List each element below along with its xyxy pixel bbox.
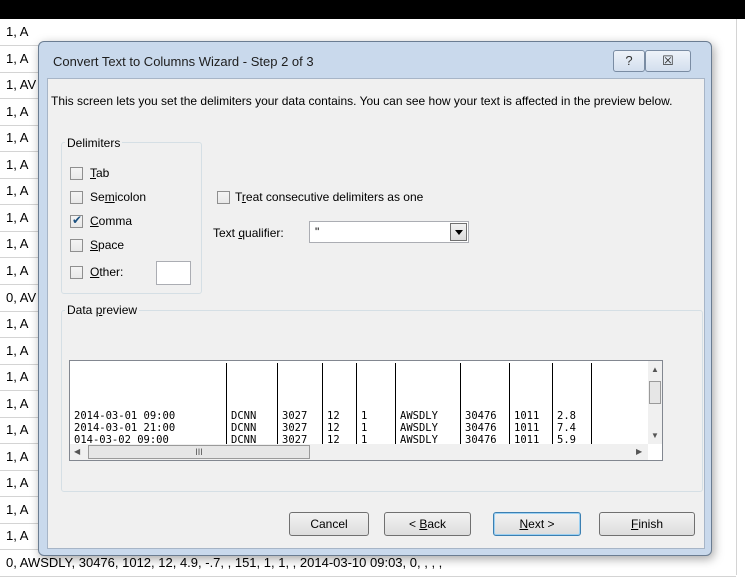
preview-cell: 2014-03-01 21:00 — [70, 422, 227, 434]
preview-cell: 1011 — [509, 422, 553, 434]
chevron-down-icon — [455, 230, 463, 235]
dropdown-button[interactable] — [450, 223, 467, 241]
tab-checkbox-label[interactable]: Tab — [90, 166, 109, 180]
space-checkbox-label[interactable]: Space — [90, 238, 124, 252]
space-checkbox[interactable] — [70, 239, 83, 252]
text-qualifier-select[interactable]: " — [309, 221, 469, 243]
semicolon-checkbox-label[interactable]: Semicolon — [90, 190, 146, 204]
preview-cell: 1 — [356, 422, 396, 434]
scroll-right-icon[interactable]: ▶ — [636, 447, 642, 456]
close-button[interactable]: ☒ — [645, 50, 691, 72]
intro-text: This screen lets you set the delimiters … — [51, 94, 673, 108]
tab-checkbox[interactable] — [70, 167, 83, 180]
dialog-title: Convert Text to Columns Wizard - Step 2 … — [53, 54, 314, 69]
back-button[interactable]: < Back — [384, 512, 471, 536]
dialog-titlebar[interactable]: Convert Text to Columns Wizard - Step 2 … — [39, 42, 711, 78]
preview-horizontal-scrollbar[interactable]: ◀ III ▶ — [70, 444, 648, 460]
comma-checkbox-label[interactable]: Comma — [90, 214, 132, 228]
text-qualifier-label: Text qualifier: — [213, 226, 284, 240]
other-delimiter-input[interactable] — [156, 261, 191, 285]
scroll-down-icon[interactable]: ▼ — [651, 431, 659, 440]
preview-cell: AWSDLY — [395, 422, 461, 434]
other-checkbox-label[interactable]: Other: — [90, 265, 123, 279]
preview-cell: 12 — [322, 410, 357, 422]
preview-vertical-scrollbar[interactable]: ▲ ▼ — [648, 361, 662, 444]
delimiters-label: Delimiters — [65, 136, 123, 150]
other-checkbox[interactable] — [70, 266, 83, 279]
preview-cell: AWSDLY — [395, 410, 461, 422]
help-button[interactable]: ? — [613, 50, 645, 72]
check-icon: ✔ — [72, 213, 83, 227]
preview-cell: 3027 — [277, 422, 323, 434]
preview-row: 2014-03-01 09:00 DCNN 3027 12 1 AWSDLY 30476 10… — [70, 410, 592, 422]
data-preview-label: Data preview — [65, 303, 140, 317]
convert-text-to-columns-dialog: Convert Text to Columns Wizard - Step 2 … — [38, 41, 712, 556]
preview-row: 2014-03-01 21:00 DCNN 3027 12 1 AWSDLY 30476 10… — [70, 422, 592, 434]
finish-button[interactable]: Finish — [599, 512, 695, 536]
treat-consecutive-checkbox[interactable] — [217, 191, 230, 204]
preview-cell: 2.8 — [552, 410, 592, 422]
preview-cell: 2014-03-01 09:00 — [70, 410, 227, 422]
next-button[interactable]: Next > — [493, 512, 581, 536]
preview-cell: 30476 — [460, 422, 510, 434]
preview-cell: 30476 — [460, 410, 510, 422]
close-icon: ☒ — [662, 53, 674, 68]
help-icon: ? — [625, 53, 633, 68]
preview-cell: DCNN — [226, 410, 278, 422]
preview-cell: 1011 — [509, 410, 553, 422]
preview-header-row — [70, 363, 592, 410]
treat-consecutive-label[interactable]: Treat consecutive delimiters as one — [235, 190, 423, 204]
scroll-up-icon[interactable]: ▲ — [651, 365, 659, 374]
preview-cell: 1 — [356, 410, 396, 422]
sheet-gridline — [736, 19, 737, 575]
scroll-grip: III — [195, 447, 203, 457]
preview-cell: 3027 — [277, 410, 323, 422]
preview-cell: 12 — [322, 422, 357, 434]
preview-cell: DCNN — [226, 422, 278, 434]
text-qualifier-value: " — [315, 225, 320, 239]
vertical-scroll-thumb[interactable] — [649, 381, 661, 404]
semicolon-checkbox[interactable] — [70, 191, 83, 204]
scroll-left-icon[interactable]: ◀ — [74, 447, 80, 456]
top-black-bar — [0, 0, 745, 19]
cancel-button[interactable]: Cancel — [289, 512, 369, 536]
horizontal-scroll-thumb[interactable]: III — [88, 445, 310, 459]
preview-cell: 7.4 — [552, 422, 592, 434]
comma-checkbox[interactable]: ✔ — [70, 213, 83, 228]
